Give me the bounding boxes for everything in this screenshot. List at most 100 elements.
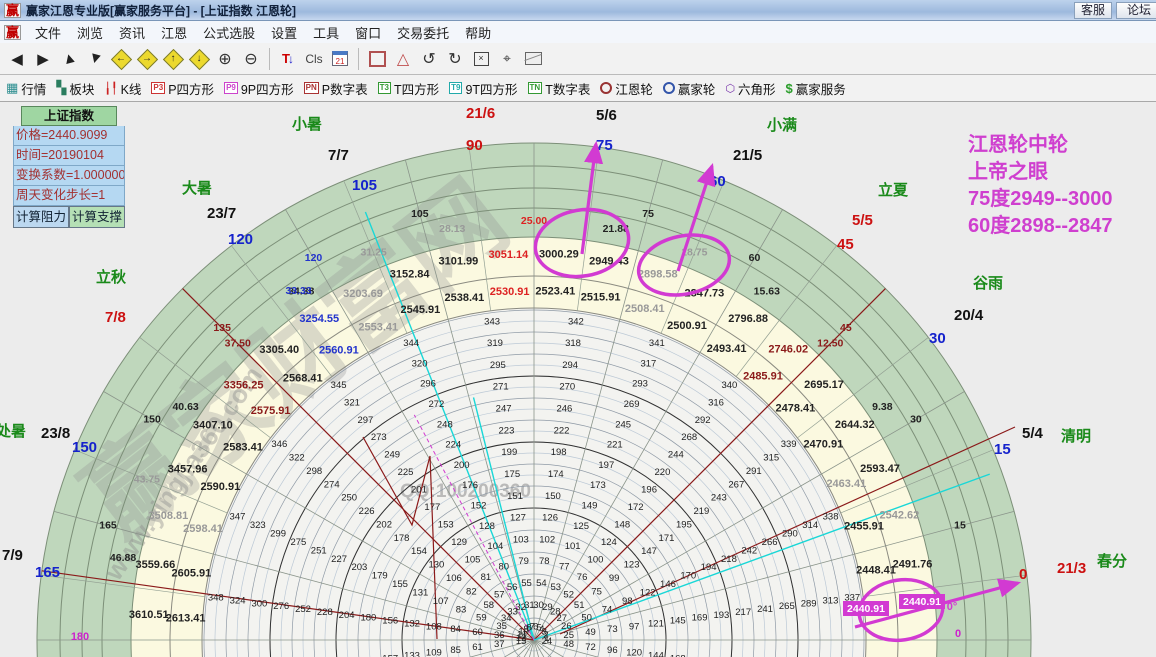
nav-down-button[interactable]: ▼ bbox=[82, 47, 108, 71]
svg-text:120: 120 bbox=[305, 252, 323, 264]
svg-text:48: 48 bbox=[563, 639, 574, 650]
svg-text:151: 151 bbox=[507, 491, 523, 502]
toolbar-item-p-table[interactable]: PN P数字表 bbox=[303, 79, 368, 98]
nav-up-button[interactable]: ▲ bbox=[56, 47, 82, 71]
app-logo-icon-small: 赢 bbox=[4, 24, 22, 40]
svg-text:54: 54 bbox=[536, 578, 547, 589]
calc-support-button[interactable]: 计算支撑 bbox=[69, 206, 125, 228]
menu-item-6[interactable]: 工具 bbox=[305, 21, 347, 44]
zoom-in-button[interactable]: ⊕ bbox=[212, 47, 238, 71]
menu-item-3[interactable]: 江恩 bbox=[153, 21, 195, 44]
nav-forward-button[interactable]: ▶ bbox=[30, 47, 56, 71]
t-down-button[interactable]: T↓ bbox=[275, 47, 301, 71]
svg-text:227: 227 bbox=[331, 554, 347, 565]
pan-left-button[interactable]: ← bbox=[108, 47, 134, 71]
toolbar-item-label: 江恩轮 bbox=[615, 82, 653, 97]
svg-text:153: 153 bbox=[438, 519, 454, 530]
svg-text:84: 84 bbox=[450, 624, 461, 635]
svg-text:147: 147 bbox=[641, 546, 657, 557]
wheel-outside-label: 立秋 bbox=[96, 268, 127, 286]
stock-name-header: 上证指数 bbox=[21, 106, 117, 126]
svg-text:200: 200 bbox=[454, 460, 470, 471]
svg-text:345: 345 bbox=[331, 380, 347, 391]
svg-text:2538.41: 2538.41 bbox=[445, 292, 485, 304]
square-tool-button[interactable] bbox=[364, 47, 390, 71]
toolbar-item-t-square[interactable]: T3 T四方形 bbox=[377, 79, 439, 98]
arrow-up-icon: ▲ bbox=[59, 48, 79, 69]
rotate-ccw-button[interactable]: ↺ bbox=[416, 47, 442, 71]
toolbar-item-kline[interactable]: ╽╿ K线 bbox=[104, 79, 141, 98]
svg-text:33.33: 33.33 bbox=[285, 285, 311, 297]
toolbar-navigation: ◀ ▶ ▲ ▼ ← → ↑ ↓ ⊕ ⊖ T↓ Cls 21 △ ↺ ↻ × ⌖ bbox=[0, 43, 1156, 75]
toolbar-item-label: 板块 bbox=[69, 82, 95, 97]
svg-text:199: 199 bbox=[501, 447, 517, 458]
calendar-button[interactable]: 21 bbox=[327, 47, 353, 71]
center-view-button[interactable]: ⌖ bbox=[494, 47, 520, 71]
cls-button[interactable]: Cls bbox=[301, 47, 327, 71]
clear-board-icon bbox=[524, 52, 542, 65]
annotation-line: 60度2898--2847 bbox=[968, 215, 1113, 237]
menu-item-5[interactable]: 设置 bbox=[263, 21, 305, 44]
svg-text:60: 60 bbox=[472, 627, 483, 638]
svg-text:271: 271 bbox=[493, 382, 509, 393]
toolbar-item-hexagon[interactable]: ⬡ 六角形 bbox=[725, 79, 775, 98]
svg-text:132: 132 bbox=[404, 618, 420, 629]
svg-text:172: 172 bbox=[628, 502, 644, 513]
svg-text:274: 274 bbox=[324, 479, 340, 490]
svg-text:144: 144 bbox=[648, 651, 664, 657]
menu-item-1[interactable]: 浏览 bbox=[69, 21, 111, 44]
svg-text:102: 102 bbox=[539, 534, 555, 545]
toolbar-item-t-table[interactable]: TN T数字表 bbox=[527, 79, 590, 98]
svg-text:265: 265 bbox=[779, 601, 795, 612]
svg-text:3407.10: 3407.10 bbox=[193, 420, 233, 432]
pan-arrow-icon: ← bbox=[116, 53, 126, 64]
svg-text:170: 170 bbox=[680, 571, 696, 582]
menu-item-4[interactable]: 公式选股 bbox=[195, 21, 263, 44]
wheel-outside-label: 75 bbox=[596, 137, 613, 154]
pan-arrow-icon: ↓ bbox=[196, 53, 202, 64]
toolbar-item-winner-wheel[interactable]: 赢家轮 bbox=[662, 79, 715, 98]
toolbar-item-9t-square[interactable]: T9 9T四方形 bbox=[449, 79, 518, 98]
wheel-outside-label: 7/9 bbox=[2, 547, 23, 564]
menu-item-9[interactable]: 帮助 bbox=[457, 21, 499, 44]
toolbar-item-p-square[interactable]: P3 P四方形 bbox=[151, 79, 214, 98]
svg-text:123: 123 bbox=[624, 560, 640, 571]
toolbar-item-quotes[interactable]: ▦ 行情 bbox=[6, 79, 46, 98]
wheel-outside-label: 105 bbox=[352, 177, 377, 194]
forum-button[interactable]: 论坛 bbox=[1116, 2, 1156, 19]
toolbar-item-9p-square[interactable]: P9 9P四方形 bbox=[224, 79, 294, 98]
pan-up-button[interactable]: ↑ bbox=[160, 47, 186, 71]
pan-down-button[interactable]: ↓ bbox=[186, 47, 212, 71]
svg-text:297: 297 bbox=[357, 415, 373, 426]
table-icon: ▦ bbox=[6, 80, 19, 95]
svg-text:275: 275 bbox=[290, 537, 306, 548]
svg-text:343: 343 bbox=[484, 316, 500, 327]
expand-button[interactable]: × bbox=[468, 47, 494, 71]
wheel-outside-label: 立夏 bbox=[878, 181, 909, 199]
pan-right-button[interactable]: → bbox=[134, 47, 160, 71]
menu-item-2[interactable]: 资讯 bbox=[111, 21, 153, 44]
svg-text:3203.69: 3203.69 bbox=[343, 288, 383, 300]
wheel-outside-label: 5/4 bbox=[1022, 425, 1044, 442]
calc-resistance-button[interactable]: 计算阻力 bbox=[13, 206, 69, 228]
customer-service-button[interactable]: 客服 bbox=[1073, 2, 1112, 19]
svg-text:2485.91: 2485.91 bbox=[743, 371, 783, 383]
svg-text:96: 96 bbox=[607, 645, 618, 656]
triangle-tool-button[interactable]: △ bbox=[390, 47, 416, 71]
svg-text:155: 155 bbox=[392, 579, 408, 590]
clear-board-button[interactable] bbox=[520, 47, 546, 71]
svg-text:57: 57 bbox=[494, 589, 505, 600]
rotate-cw-button[interactable]: ↻ bbox=[442, 47, 468, 71]
wheel-outside-label: 5/6 bbox=[596, 107, 617, 124]
toolbar-item-sectors[interactable]: ▚ 板块 bbox=[56, 79, 94, 98]
svg-text:2455.91: 2455.91 bbox=[844, 520, 884, 532]
toolbar-item-gann-wheel[interactable]: 江恩轮 bbox=[600, 79, 653, 98]
nav-back-button[interactable]: ◀ bbox=[4, 47, 30, 71]
svg-text:346: 346 bbox=[271, 439, 287, 450]
toolbar-item-winner-service[interactable]: $ 赢家服务 bbox=[786, 79, 846, 98]
wheel-outside-label: 7/7 bbox=[328, 147, 349, 164]
menu-item-7[interactable]: 窗口 bbox=[347, 21, 389, 44]
menu-item-8[interactable]: 交易委托 bbox=[389, 21, 457, 44]
zoom-out-button[interactable]: ⊖ bbox=[238, 47, 264, 71]
menu-item-0[interactable]: 文件 bbox=[27, 21, 69, 44]
